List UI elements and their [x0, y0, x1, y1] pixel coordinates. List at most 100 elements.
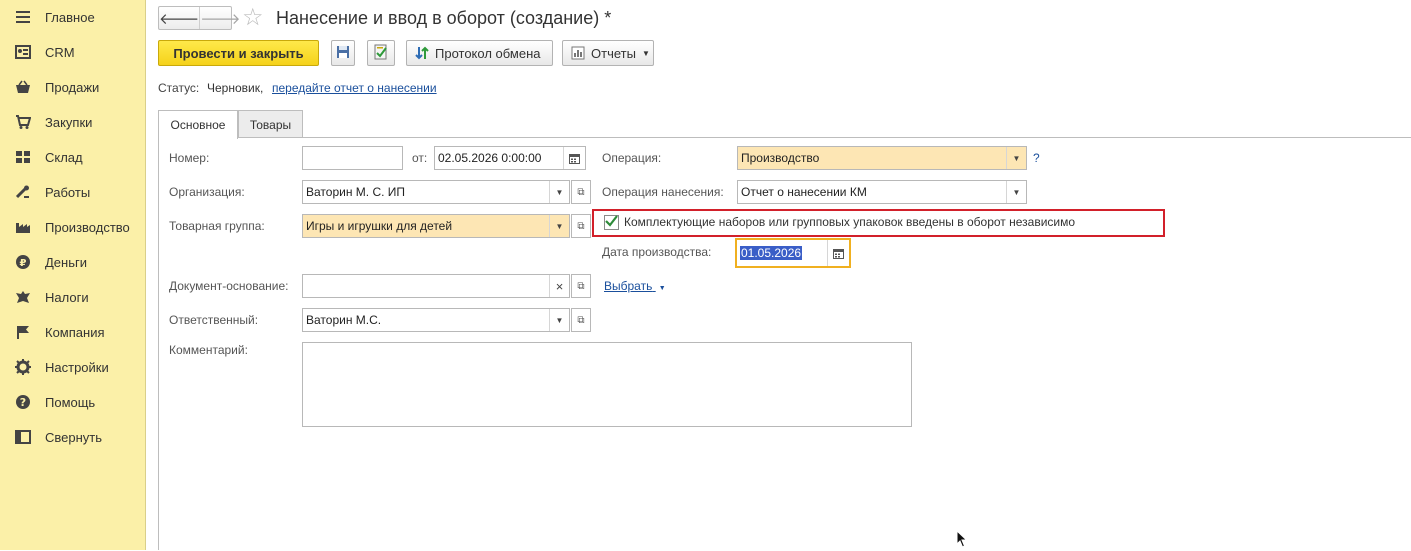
open-window-icon: ⧉	[577, 186, 585, 198]
operation-select[interactable]: Производство ▼	[737, 146, 1027, 170]
help-question-link[interactable]: ?	[1033, 151, 1040, 165]
sidebar-item-company[interactable]: Компания	[0, 318, 146, 346]
tab-divider	[158, 137, 1411, 138]
sidebar-item-taxes[interactable]: Налоги	[0, 283, 146, 311]
save-button[interactable]	[331, 40, 355, 66]
tools-icon	[14, 183, 32, 201]
production-date-input[interactable]: 01.05.2026	[735, 238, 851, 268]
sidebar-item-production[interactable]: Производство	[0, 213, 146, 241]
comment-label: Комментарий:	[169, 343, 248, 357]
open-product-group-button[interactable]: ⧉	[571, 214, 591, 238]
apply-operation-select[interactable]: Отчет о нанесении КМ ▼	[737, 180, 1027, 204]
calendar-icon[interactable]	[563, 147, 585, 169]
chevron-down-icon[interactable]: ▼	[1006, 147, 1026, 169]
gear-icon	[14, 358, 32, 376]
open-window-icon: ⧉	[577, 314, 585, 326]
chevron-down-icon[interactable]: ▼	[549, 309, 569, 331]
basis-document-label: Документ-основание:	[169, 279, 289, 293]
sidebar-item-label: Главное	[45, 9, 95, 25]
status-label: Статус:	[158, 81, 200, 95]
apply-operation-value: Отчет о нанесении КМ	[741, 185, 867, 199]
sidebar-item-label: Работы	[45, 184, 91, 200]
sidebar-item-collapse[interactable]: Свернуть	[0, 423, 146, 451]
sidebar-item-label: Свернуть	[45, 429, 103, 445]
help-icon: ?	[14, 393, 32, 411]
sidebar-item-label: Производство	[45, 219, 130, 235]
chevron-down-icon[interactable]: ▼	[549, 181, 569, 203]
open-organization-button[interactable]: ⧉	[571, 180, 591, 204]
open-basis-document-button[interactable]: ⧉	[571, 274, 591, 298]
operation-label: Операция:	[602, 151, 662, 165]
svg-text:₽: ₽	[20, 258, 27, 269]
organization-select[interactable]: Ваторин М. С. ИП ▼	[302, 180, 570, 204]
responsible-select[interactable]: Ваторин М.С. ▼	[302, 308, 570, 332]
emblem-icon	[14, 288, 32, 306]
comment-textarea[interactable]	[302, 342, 912, 427]
chevron-down-icon[interactable]: ▼	[1006, 181, 1026, 203]
sidebar-item-label: Продажи	[45, 79, 100, 95]
number-input[interactable]	[302, 146, 403, 170]
clear-icon[interactable]: ×	[549, 275, 569, 297]
dropdown-arrow-icon: ▼	[658, 285, 666, 292]
forward-button[interactable]: 🡒	[199, 7, 240, 29]
document-date-input[interactable]: 02.05.2026 0:00:00	[434, 146, 586, 170]
components-independent-checkbox[interactable]	[604, 215, 619, 230]
production-date-text-wrap: 01.05.2026	[737, 246, 827, 260]
open-window-icon: ⧉	[577, 220, 585, 232]
sidebar-item-sales[interactable]: Продажи	[0, 73, 146, 101]
favorite-star-icon[interactable]: ☆	[242, 5, 264, 31]
sidebar-item-purchases[interactable]: Закупки	[0, 108, 146, 136]
product-group-select[interactable]: Игры и игрушки для детей ▼	[302, 214, 570, 238]
responsible-label: Ответственный:	[169, 313, 259, 327]
select-basis-link[interactable]: Выбрать ▼	[604, 279, 666, 293]
page-title: Нанесение и ввод в оборот (создание) *	[276, 8, 612, 28]
tab-main[interactable]: Основное	[158, 110, 238, 139]
reports-button[interactable]: Отчеты ▼	[562, 40, 654, 66]
sidebar-item-money[interactable]: ₽ Деньги	[0, 248, 146, 276]
arrow-left-icon: 🡐	[159, 10, 200, 28]
sidebar-item-label: Настройки	[45, 359, 109, 375]
cart-icon	[14, 113, 32, 131]
mouse-cursor-icon	[956, 529, 968, 551]
factory-icon	[14, 218, 32, 236]
status-value: Черновик,	[207, 81, 264, 95]
document-date-value: 02.05.2026 0:00:00	[438, 151, 542, 165]
basket-icon	[14, 78, 32, 96]
sidebar-item-label: Компания	[45, 324, 105, 340]
chevron-down-icon[interactable]: ▼	[549, 215, 569, 237]
sidebar-item-label: Склад	[45, 149, 83, 165]
sidebar-item-help[interactable]: ? Помощь	[0, 388, 146, 416]
apply-operation-label: Операция нанесения:	[602, 185, 724, 199]
post-button[interactable]	[367, 40, 395, 66]
ruble-icon: ₽	[14, 253, 32, 271]
back-button[interactable]: 🡐	[159, 7, 199, 29]
sidebar-item-label: CRM	[45, 44, 75, 60]
exchange-log-button[interactable]: Протокол обмена	[406, 40, 553, 66]
warehouse-icon	[14, 148, 32, 166]
sidebar-item-main[interactable]: Главное	[0, 3, 146, 31]
reports-label: Отчеты	[591, 45, 636, 61]
sidebar-item-settings[interactable]: Настройки	[0, 353, 146, 381]
menu-icon	[14, 8, 32, 26]
product-group-label: Товарная группа:	[169, 219, 265, 233]
organization-label: Организация:	[169, 185, 245, 199]
history-nav: 🡐 🡒	[158, 6, 240, 30]
floppy-disk-icon	[336, 45, 350, 62]
main-area: 🡐 🡒 ☆ Нанесение и ввод в оборот (создани…	[146, 0, 1411, 550]
product-group-value: Игры и игрушки для детей	[306, 219, 453, 233]
sidebar-item-warehouse[interactable]: Склад	[0, 143, 146, 171]
tab-goods[interactable]: Товары	[238, 110, 303, 138]
basis-document-input[interactable]: ×	[302, 274, 570, 298]
sidebar-item-crm[interactable]: CRM	[0, 38, 146, 66]
flag-icon	[14, 323, 32, 341]
responsible-value: Ваторин М.С.	[306, 313, 382, 327]
open-responsible-button[interactable]: ⧉	[571, 308, 591, 332]
post-and-close-button[interactable]: Провести и закрыть	[158, 40, 319, 66]
calendar-icon[interactable]	[827, 240, 849, 266]
status-action-link[interactable]: передайте отчет о нанесении	[272, 81, 437, 95]
operation-value: Производство	[741, 151, 820, 165]
checkmark-icon	[605, 215, 618, 230]
sidebar-item-works[interactable]: Работы	[0, 178, 146, 206]
components-independent-label: Комплектующие наборов или групповых упак…	[624, 215, 1076, 229]
open-window-icon: ⧉	[577, 280, 585, 292]
